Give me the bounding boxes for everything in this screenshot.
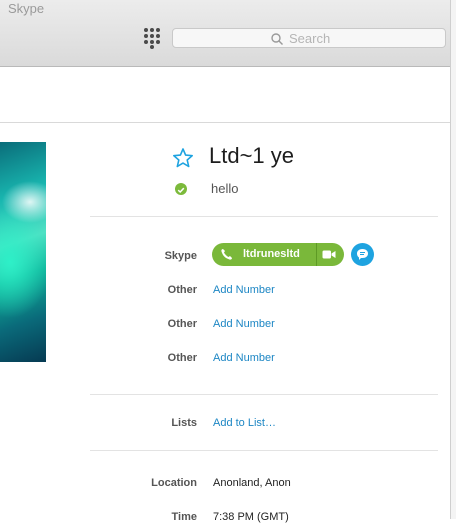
- search-input[interactable]: Search: [172, 28, 446, 48]
- phone-icon: [221, 249, 232, 260]
- contact-name: Ltd~1 ye: [209, 143, 295, 168]
- conversation-header: [0, 67, 450, 123]
- chat-button[interactable]: [351, 243, 374, 266]
- divider: [90, 394, 438, 395]
- title-bar: Skype Search: [0, 0, 456, 67]
- lists-label: Lists: [171, 417, 197, 429]
- search-icon: [271, 33, 283, 45]
- search-placeholder: Search: [289, 31, 331, 46]
- skype-call-button[interactable]: ltdrunesltd: [212, 243, 344, 266]
- add-number-link[interactable]: Add Number: [213, 318, 275, 330]
- add-number-link[interactable]: Add Number: [213, 284, 275, 296]
- time-value: 7:38 PM (GMT): [213, 511, 289, 523]
- divider: [90, 450, 438, 451]
- skype-label: Skype: [164, 250, 197, 262]
- app-title: Skype: [8, 1, 45, 16]
- add-to-list-link[interactable]: Add to List…: [213, 417, 276, 429]
- add-number-link[interactable]: Add Number: [213, 352, 275, 364]
- dialpad-icon[interactable]: [144, 28, 162, 49]
- window-edge: [450, 0, 456, 519]
- video-call-icon[interactable]: [322, 249, 336, 260]
- time-label: Time: [171, 511, 197, 523]
- mood-message: hello: [211, 181, 239, 196]
- favorite-star-icon[interactable]: [172, 147, 194, 169]
- online-status-icon: [175, 183, 187, 195]
- location-label: Location: [151, 477, 197, 489]
- phone-label: Other: [167, 284, 197, 296]
- skype-username: ltdrunesltd: [243, 248, 300, 260]
- pill-separator: [316, 243, 317, 266]
- chat-icon: [357, 249, 368, 260]
- location-value: Anonland, Anon: [213, 477, 291, 489]
- contact-avatar[interactable]: [0, 142, 46, 362]
- phone-label: Other: [167, 352, 197, 364]
- phone-label: Other: [167, 318, 197, 330]
- divider: [90, 216, 438, 217]
